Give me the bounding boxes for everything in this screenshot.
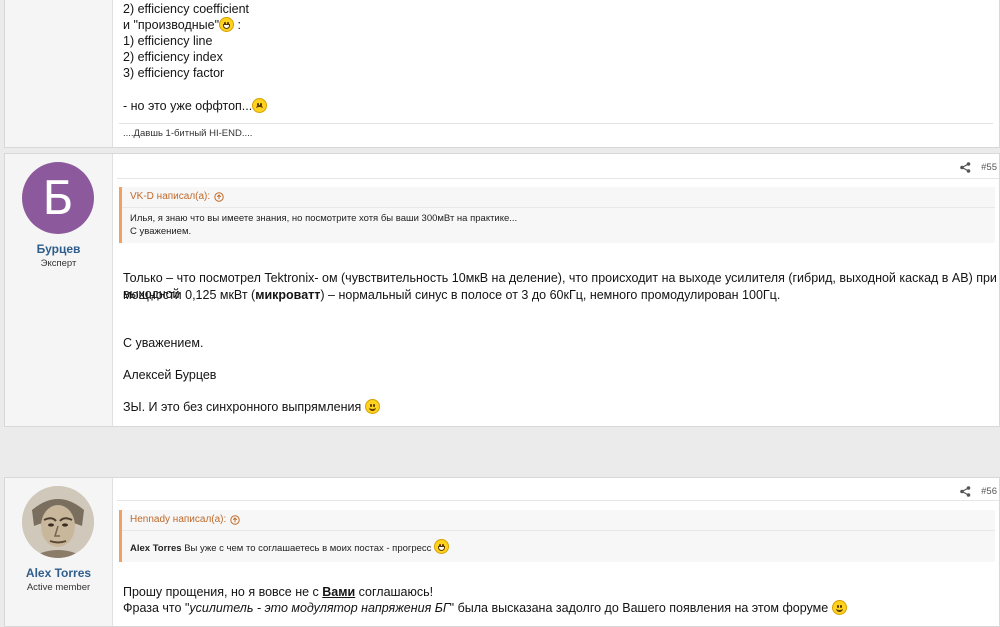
meta-divider [117, 500, 999, 501]
text-line: 1) efficiency line [123, 34, 213, 48]
post-number[interactable]: #55 [981, 162, 997, 173]
smile-emoji-icon [364, 399, 380, 414]
post-text-line: ЗЫ. И это без синхронного выпрямления [123, 399, 380, 415]
avatar[interactable]: Б [22, 162, 94, 234]
user-cell [5, 0, 113, 147]
text-line [123, 81, 267, 97]
signature-name: Алексей Бурцев [123, 368, 217, 382]
quote-body: Илья, я знаю что вы имеете знания, но по… [122, 208, 995, 243]
arrow-up-circle-icon[interactable] [214, 192, 224, 202]
quote-author[interactable]: VK-D написал(а): [130, 187, 210, 207]
quote-header[interactable]: VK-D написал(а): [122, 187, 995, 208]
text-line: и "производные" : [123, 17, 241, 32]
sad-emoji-icon [252, 98, 268, 113]
avatar[interactable] [22, 486, 94, 558]
text-line: - но это уже оффтоп... [123, 98, 268, 114]
grin-emoji-icon [219, 17, 235, 32]
post-content: #55 VK-D написал(а): Илья, я знаю что вы… [113, 154, 999, 426]
signature: ....Давшь 1-битный HI-END.... [123, 128, 253, 139]
quote-block: VK-D написал(а): Илья, я знаю что вы име… [119, 187, 995, 243]
smile-emoji-icon [831, 600, 847, 615]
signature-divider [119, 123, 993, 124]
share-icon[interactable] [960, 486, 971, 497]
user-cell: Alex Torres Active member [5, 478, 113, 626]
post-text-line: Прошу прощения, но я вовсе не с Вами сог… [123, 585, 434, 599]
quote-text: Илья, я знаю что вы имеете знания, но по… [130, 213, 518, 224]
quote-text: С уважением. [130, 226, 192, 237]
post-meta: #56 [960, 486, 997, 497]
user-photo [22, 486, 94, 558]
post-55: Б Бурцев Эксперт #55 VK-D написал(а): Ил… [4, 153, 1000, 427]
post-content: 2) efficiency coefficient и "производные… [113, 0, 999, 147]
text-line: 2) efficiency coefficient [123, 2, 249, 16]
post-body: 2) efficiency coefficient и "производные… [123, 1, 268, 114]
post-56: Alex Torres Active member #56 Hennady на… [4, 477, 1000, 627]
quote-author[interactable]: Hennady написал(а): [130, 510, 226, 530]
text-line: 2) efficiency index [123, 50, 223, 64]
user-title: Active member [26, 582, 91, 593]
username[interactable]: Бурцев [5, 242, 112, 256]
user-title: Эксперт [40, 258, 77, 269]
regards: С уважением. [123, 336, 204, 350]
post-54: 2) efficiency coefficient и "производные… [4, 0, 1000, 148]
username[interactable]: Alex Torres [5, 566, 112, 580]
post-meta: #55 [960, 162, 997, 173]
quote-header[interactable]: Hennady написал(а): [122, 510, 995, 531]
arrow-up-circle-icon[interactable] [230, 515, 240, 525]
quote-body: Alex Torres Вы уже с чем то соглашаетесь… [122, 531, 995, 562]
post-text-line: Фраза что "усилитель - это модулятор нап… [123, 600, 847, 616]
post-number[interactable]: #56 [981, 486, 997, 497]
share-icon[interactable] [960, 162, 971, 173]
meta-divider [117, 178, 999, 179]
post-content: #56 Hennady написал(а): Alex Torres Вы у… [113, 478, 999, 626]
post-text-line: мощности 0,125 мкВт (микроватт) – нормал… [123, 288, 781, 302]
grin-emoji-icon [434, 539, 450, 554]
user-cell: Б Бурцев Эксперт [5, 154, 113, 426]
text-line: 3) efficiency factor [123, 66, 225, 80]
quote-block: Hennady написал(а): Alex Torres Вы уже с… [119, 510, 995, 562]
